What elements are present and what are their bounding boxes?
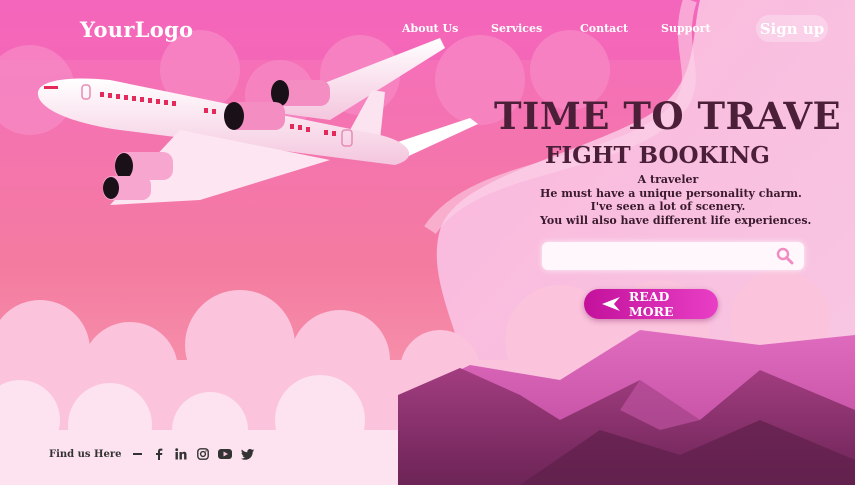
instagram-icon[interactable] — [196, 447, 210, 461]
hero-title: TIME TO TRAVE — [494, 94, 842, 138]
description-line: You will also have different life experi… — [540, 213, 812, 227]
read-more-label: READ MORE — [628, 289, 674, 319]
description-line: I've seen a lot of scenery. — [590, 200, 746, 213]
social-links: Find us Here — [49, 446, 262, 462]
nav-support[interactable]: Support — [661, 22, 711, 35]
landing-page: YourLogo About Us Services Contact Suppo… — [0, 0, 855, 485]
sign-up-button[interactable]: Sign up — [756, 15, 828, 42]
facebook-icon[interactable] — [152, 447, 166, 461]
description-line: He must have a unique personality charm. — [540, 186, 802, 200]
description-line: A traveler — [637, 173, 699, 186]
hero-description: A traveler He must have a unique persona… — [540, 173, 812, 227]
youtube-icon[interactable] — [218, 447, 233, 461]
twitter-icon[interactable] — [240, 447, 254, 461]
read-more-button[interactable]: READ MORE — [584, 289, 718, 319]
nav-services[interactable]: Services — [491, 22, 542, 35]
nav-about-us[interactable]: About Us — [402, 22, 458, 35]
find-us-label: Find us Here — [49, 448, 122, 460]
linkedin-icon[interactable] — [174, 447, 188, 461]
divider — [133, 453, 143, 455]
search-icon[interactable] — [776, 247, 794, 265]
nav-contact[interactable]: Contact — [580, 22, 628, 35]
hero-subtitle: FIGHT BOOKING — [545, 142, 770, 169]
search-input[interactable] — [542, 242, 804, 270]
arrow-left-icon — [602, 297, 620, 311]
logo[interactable]: YourLogo — [80, 17, 193, 42]
